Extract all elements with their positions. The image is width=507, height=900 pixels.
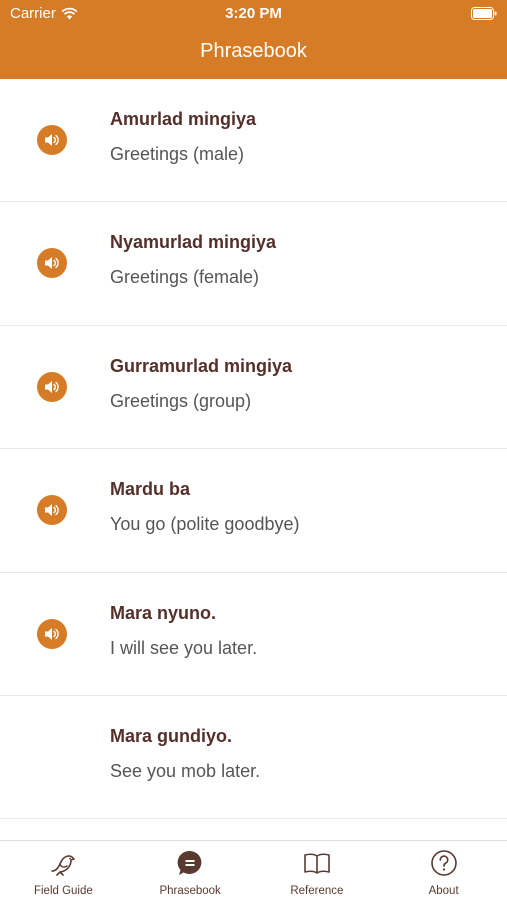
phrase-text: Gurramurlad mingiya bbox=[110, 355, 293, 376]
speaker-icon bbox=[45, 380, 59, 393]
speaker-button[interactable] bbox=[37, 125, 67, 155]
phrase-text: Nyamurlad mingiya bbox=[110, 232, 277, 253]
status-bar: Carrier 3:20 PM bbox=[0, 0, 507, 28]
speaker-icon bbox=[45, 504, 59, 517]
translation-text: Greetings (male) bbox=[110, 144, 245, 164]
list-item[interactable]: Mardu ba You go (polite goodbye) bbox=[0, 449, 507, 573]
list-item[interactable]: Nyamurlad mingiya Greetings (female) bbox=[0, 202, 507, 326]
translation-text: Greetings (group) bbox=[110, 390, 252, 411]
speaker-icon bbox=[45, 257, 59, 270]
tab-about[interactable]: About bbox=[380, 841, 507, 900]
phrase-text: Mara gundiyo. bbox=[110, 725, 233, 746]
speaker-button[interactable] bbox=[37, 371, 67, 402]
translation-text: See you mob later. bbox=[110, 760, 261, 781]
phrase-text: Amurlad mingiya bbox=[110, 109, 257, 129]
tab-label: Field Guide bbox=[33, 885, 93, 897]
phrase-text: Mardu ba bbox=[110, 479, 191, 500]
list-item[interactable]: Mara gundiyo. See you mob later. bbox=[0, 696, 507, 820]
phrase-list[interactable]: Amurlad mingiya Greetings (male) Nyamurlad… bbox=[0, 79, 507, 840]
speaker-button[interactable] bbox=[37, 248, 67, 279]
translation-text: You go (polite goodbye) bbox=[110, 514, 300, 535]
translation-text: Greetings (female) bbox=[110, 267, 260, 288]
tab-label: Reference bbox=[290, 885, 344, 897]
speaker-icon bbox=[45, 627, 59, 640]
question-circle-icon bbox=[430, 850, 457, 876]
speaker-icon bbox=[45, 134, 59, 146]
translation-text: I will see you later. bbox=[110, 637, 258, 658]
speech-bubble-icon bbox=[177, 850, 202, 875]
book-icon bbox=[304, 853, 330, 874]
status-time: 3:20 PM bbox=[225, 5, 282, 22]
tab-phrasebook[interactable]: Phrasebook bbox=[127, 841, 254, 900]
tab-reference[interactable]: Reference bbox=[254, 841, 381, 900]
phrase-text: Mara nyuno. bbox=[110, 602, 217, 623]
list-item[interactable]: Amurlad mingiya Greetings (male) bbox=[0, 79, 507, 203]
page-title: Phrasebook bbox=[200, 40, 307, 62]
tab-bar: Field Guide Phrasebook Reference About bbox=[0, 840, 507, 900]
battery-icon bbox=[471, 7, 497, 20]
tab-label: Phrasebook bbox=[159, 885, 221, 897]
speaker-button[interactable] bbox=[37, 618, 67, 649]
list-item[interactable]: Mara nyuno. I will see you later. bbox=[0, 573, 507, 696]
tab-field-guide[interactable]: Field Guide bbox=[0, 841, 127, 900]
header: Carrier 3:20 PM Phrasebook bbox=[0, 0, 507, 79]
list-item[interactable]: Gurramurlad mingiya Greetings (group) bbox=[0, 326, 507, 450]
speaker-button[interactable] bbox=[37, 495, 67, 526]
tab-label: About bbox=[428, 885, 459, 897]
bird-icon bbox=[51, 855, 76, 876]
